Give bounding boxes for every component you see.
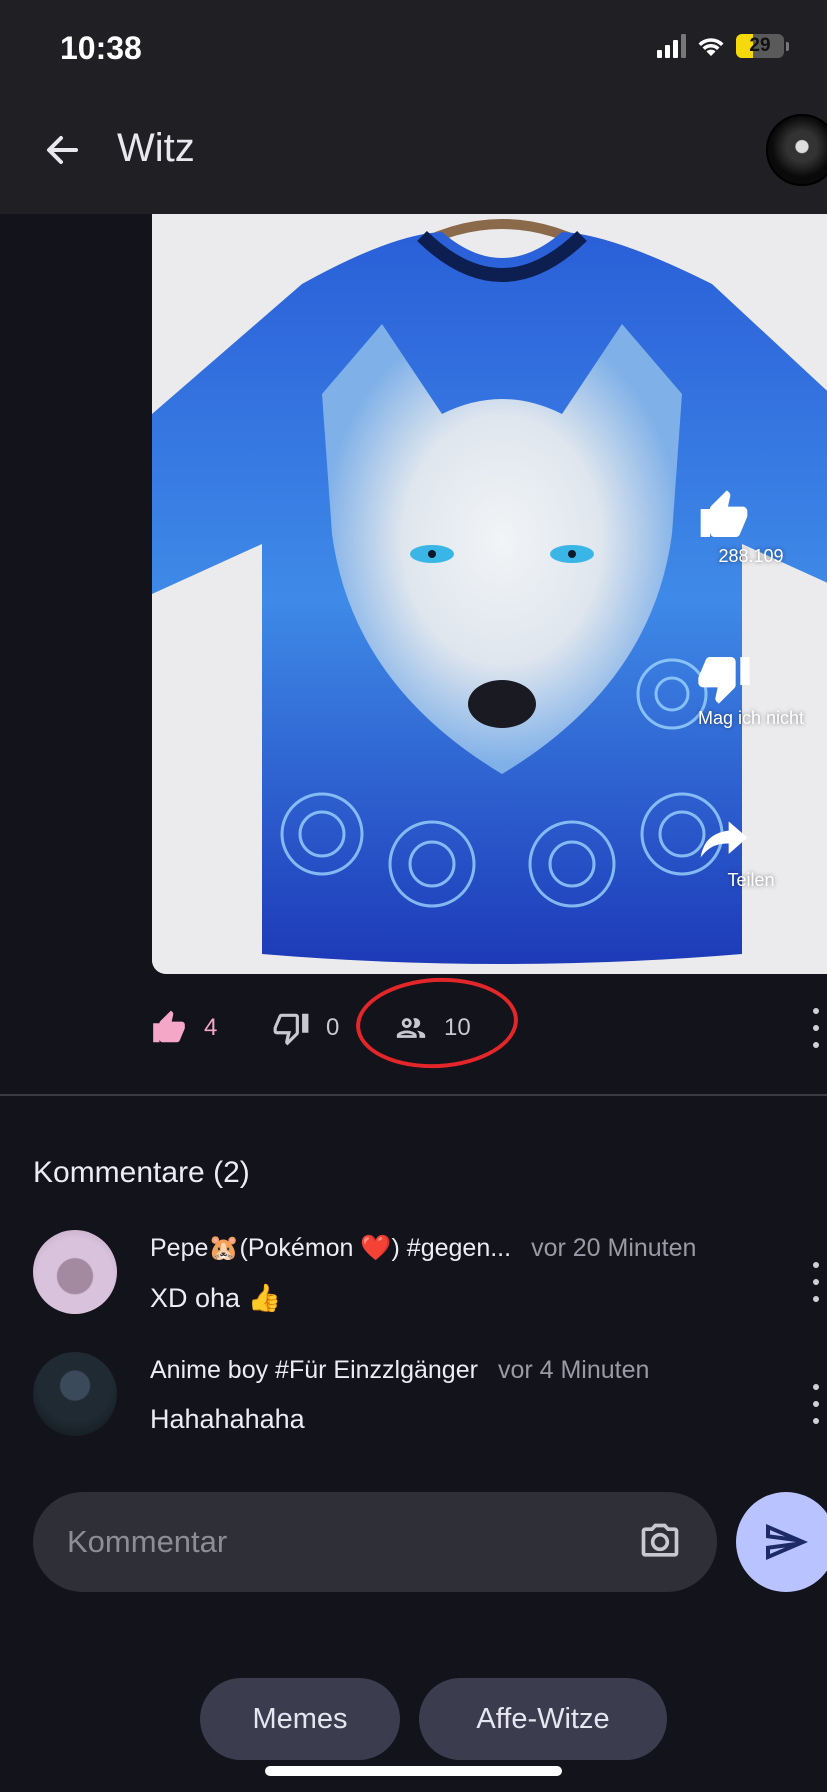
camera-icon [641,1523,679,1557]
comment-more-button[interactable] [810,1384,822,1424]
overlay-share[interactable]: Teilen [696,812,806,891]
battery-icon: 29 [736,34,784,58]
thumbs-down-icon [273,1013,309,1046]
comment-item: Anime boy #Für Einzzlgänger vor 4 Minute… [0,1352,827,1452]
overlay-like-count: 288.109 [718,546,784,566]
divider [0,1094,827,1096]
back-button[interactable] [34,122,90,178]
comment-composer [33,1492,717,1592]
dislike-count: 0 [326,1014,340,1041]
send-icon [766,1524,808,1560]
comment-username[interactable]: Anime boy #Für Einzzlgänger [150,1356,478,1385]
post-more-button[interactable] [810,1008,822,1048]
dislike-button[interactable]: 0 [272,1000,339,1056]
camera-button[interactable] [637,1520,683,1564]
cellular-signal-icon [657,34,686,58]
red-highlight-circle [353,973,521,1073]
status-icons: 29 [657,34,789,58]
comment-text: XD oha 👍 [150,1283,282,1313]
arrow-left-icon [47,136,78,164]
thumbs-down-icon [698,657,750,704]
comment-input[interactable] [67,1492,627,1592]
comment-more-button[interactable] [810,1262,822,1302]
thumbs-up-icon [153,1010,185,1043]
overlay-dislike-label: Mag ich nicht [697,708,805,728]
chip-memes[interactable]: Memes [200,1678,400,1760]
overlay-like[interactable]: 288.109 [696,488,806,567]
comment-item: Pepe🐹(Pokémon ❤️) #gegen... vor 20 Minut… [0,1230,827,1330]
thumbs-up-icon [700,490,748,537]
page-title: Witz [117,126,195,170]
chip-affe-witze[interactable]: Affe-Witze [419,1678,667,1760]
send-button[interactable] [736,1492,827,1592]
home-indicator [265,1766,562,1776]
avatar[interactable] [33,1352,117,1436]
share-arrow-icon [700,821,748,858]
wifi-icon [698,38,724,56]
comment-text: Hahahahaha [150,1404,305,1434]
status-bar: 10:38 29 [0,0,827,96]
comments-heading: Kommentare (2) [33,1156,250,1189]
comment-timestamp: vor 4 Minuten [497,1356,650,1384]
status-time: 10:38 [60,30,142,66]
like-button[interactable]: 4 [150,1000,217,1056]
overlay-share-label: Teilen [727,870,775,890]
avatar[interactable] [33,1230,117,1314]
post-image[interactable]: 288.109 Mag ich nicht Teilen [152,214,827,974]
comment-username[interactable]: Pepe🐹(Pokémon ❤️) #gegen... [150,1234,511,1263]
comment-timestamp: vor 20 Minuten [531,1234,697,1262]
profile-avatar[interactable] [766,114,827,186]
app-header: Witz [0,96,827,214]
overlay-dislike[interactable]: Mag ich nicht [696,650,806,729]
like-count: 4 [204,1014,218,1041]
battery-level: 29 [749,35,771,56]
